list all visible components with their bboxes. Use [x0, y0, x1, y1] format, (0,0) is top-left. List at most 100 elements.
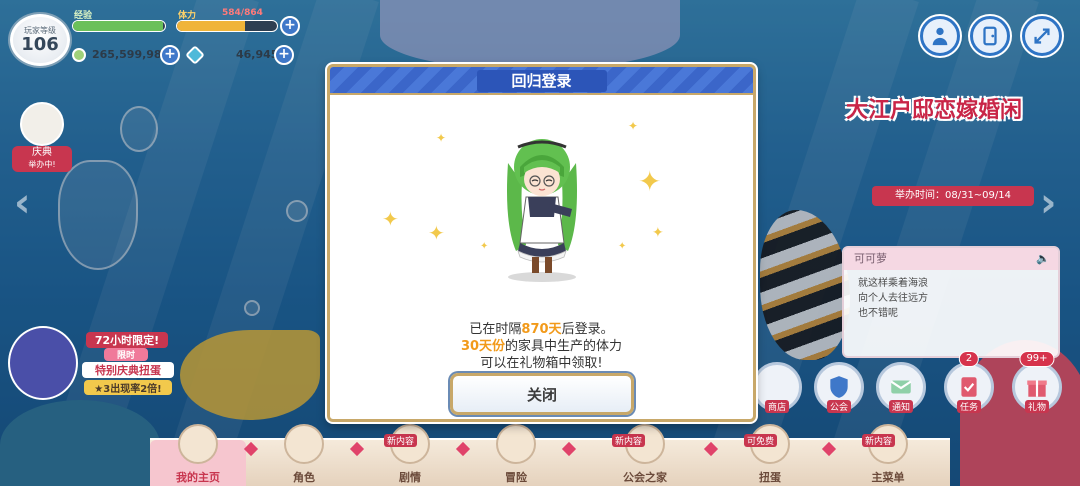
- line1-suffix: 后登录。: [561, 322, 614, 337]
- nav-label: 我的主页: [176, 471, 220, 484]
- event-tag-sub: 举办中!: [28, 160, 56, 169]
- nav-story[interactable]: 新内容 剧情: [362, 424, 458, 486]
- shop-label: 商店: [764, 400, 790, 413]
- home-icon: [178, 424, 218, 464]
- event-period: 举办时间：08/31~09/14: [872, 186, 1034, 206]
- gacha-limited-text: 72小时限定!: [86, 332, 168, 348]
- nav-label: 公会之家: [623, 471, 667, 484]
- mana-amount: 265,599,984: [92, 48, 170, 61]
- shop-button[interactable]: 商店: [752, 362, 802, 413]
- character-chat-box[interactable]: 可可萝 🔈 就这样乘着海浪 向个人去往远方 也不错呢: [842, 246, 1060, 358]
- add-stamina-button[interactable]: +: [280, 16, 300, 36]
- nav-label: 主菜单: [871, 471, 905, 484]
- notice-label: 通知: [888, 400, 914, 413]
- nav-separator: [703, 441, 719, 457]
- stamina-bar: [176, 20, 278, 32]
- close-button[interactable]: 关闭: [450, 373, 634, 415]
- chat-speaker-name: 可可萝: [854, 252, 887, 265]
- gifts-badge: 99+: [1019, 351, 1055, 367]
- nav-gacha[interactable]: 可免费 扭蛋: [722, 424, 818, 486]
- sparkle-icon: ✦: [652, 225, 664, 241]
- nav-label: 扭蛋: [759, 471, 781, 484]
- message-line-1: 已在时隔870天后登录。: [330, 321, 753, 338]
- guild-label: 公会: [826, 400, 852, 413]
- missions-badge: 2: [958, 351, 980, 367]
- nav-guild-house[interactable]: 新内容 公会之家: [590, 424, 700, 486]
- sparkle-icon: ✦: [618, 241, 627, 252]
- sparkle-icon: ✦: [382, 207, 399, 231]
- sparkle-icon: ✦: [480, 241, 489, 252]
- return-login-dialog: 回归登录 ✦ ✦ ✦ ✦ ✦ ✦ ✦ ✦ 已在时隔870天后登录。 30天份的家…: [327, 64, 756, 422]
- exp-bar: [72, 20, 166, 32]
- gacha-rate-text: ★3出现率2倍!: [84, 380, 172, 395]
- nav-label: 冒险: [505, 471, 527, 484]
- dialog-body: ✦ ✦ ✦ ✦ ✦ ✦ ✦ ✦ 已在时隔870天后登录。 30天份的家具中生产的…: [330, 97, 753, 419]
- right-arrow-icon[interactable]: ›: [1040, 180, 1056, 226]
- add-mana-button[interactable]: +: [160, 45, 180, 65]
- nav-adventure[interactable]: 冒险: [468, 424, 564, 486]
- chat-line: 就这样乘着海浪: [858, 278, 928, 289]
- close-button-label: 关闭: [526, 385, 557, 404]
- chibi-character-illustration: [507, 139, 577, 282]
- event-avatar[interactable]: [20, 102, 64, 146]
- nav-characters[interactable]: 角色: [256, 424, 352, 486]
- fullscreen-button[interactable]: [1022, 16, 1062, 56]
- speaker-icon[interactable]: 🔈: [1036, 248, 1050, 270]
- chat-header: 可可萝 🔈: [844, 248, 1058, 270]
- message-line-3: 可以在礼物箱中领取!: [480, 356, 603, 371]
- event-tag-title: 庆典: [32, 147, 52, 158]
- gifts-button[interactable]: 99+ 礼物: [1012, 351, 1062, 413]
- dialog-message: 已在时隔870天后登录。 30天份的家具中生产的体力 可以在礼物箱中领取!: [330, 321, 753, 372]
- gacha-banner[interactable]: 72小时限定! 限时 特别庆典扭蛋 ★3出现率2倍!: [8, 326, 174, 400]
- add-jewel-button[interactable]: +: [274, 45, 294, 65]
- sword-icon: [496, 424, 536, 464]
- mana-coin-icon: [72, 48, 86, 62]
- stamina-bar-fill: [177, 21, 245, 31]
- shield-icon: [830, 376, 848, 398]
- character-icon: [284, 424, 324, 464]
- rank-value: 106: [21, 34, 59, 55]
- missions-button[interactable]: 2 任务: [944, 351, 994, 413]
- stamina-value: 584/864: [222, 8, 263, 18]
- chat-line: 向个人去往远方: [858, 293, 928, 304]
- nav-label: 角色: [293, 471, 315, 484]
- character-hide-button[interactable]: [920, 16, 960, 56]
- gacha-label-small: 限时: [104, 348, 148, 361]
- days-stamina-highlight: 30天份: [460, 339, 506, 354]
- missions-label: 任务: [956, 400, 982, 413]
- notice-button[interactable]: 通知: [876, 362, 926, 413]
- days-away-highlight: 870天: [521, 322, 562, 337]
- room-switch-button[interactable]: [970, 16, 1010, 56]
- line2-suffix: 的家具中生产的体力: [505, 339, 623, 354]
- checklist-icon: [961, 377, 977, 397]
- sparkle-icon: ✦: [428, 221, 445, 245]
- expand-icon: [1034, 28, 1050, 44]
- event-status-tag[interactable]: 庆典 举办中!: [12, 146, 72, 172]
- dialog-title: 回归登录: [511, 72, 572, 90]
- jewel-amount: 46,945: [236, 48, 279, 61]
- person-icon: [932, 27, 948, 46]
- gacha-title-text: 特别庆典扭蛋: [82, 362, 174, 378]
- nav-separator: [821, 441, 837, 457]
- sparkle-icon: ✦: [628, 119, 639, 133]
- gacha-character-portrait: [8, 326, 78, 400]
- line1-prefix: 已在时隔: [469, 322, 522, 337]
- new-content-tag: 新内容: [862, 434, 896, 447]
- message-line-2: 30天份的家具中生产的体力: [330, 338, 753, 355]
- nav-separator: [561, 441, 577, 457]
- envelope-icon: [890, 380, 912, 394]
- nav-home[interactable]: 我的主页: [150, 424, 246, 486]
- gifts-label: 礼物: [1024, 400, 1050, 413]
- exp-bar-fill: [73, 21, 164, 31]
- left-arrow-icon[interactable]: ‹: [14, 180, 30, 226]
- gift-icon: [1027, 380, 1047, 397]
- sparkle-icon: ✦: [436, 131, 447, 145]
- free-tag: 可免费: [744, 434, 778, 447]
- sparkle-icon: ✦: [638, 165, 662, 198]
- dialog-header: 回归登录: [330, 67, 753, 95]
- door-icon: [983, 26, 997, 46]
- new-content-tag: 新内容: [612, 434, 646, 447]
- event-logo[interactable]: 大江户邸恋嫁婚闲: [846, 92, 1066, 162]
- nav-main-menu[interactable]: 新内容 主菜单: [840, 424, 936, 486]
- guild-button[interactable]: 公会: [814, 362, 864, 413]
